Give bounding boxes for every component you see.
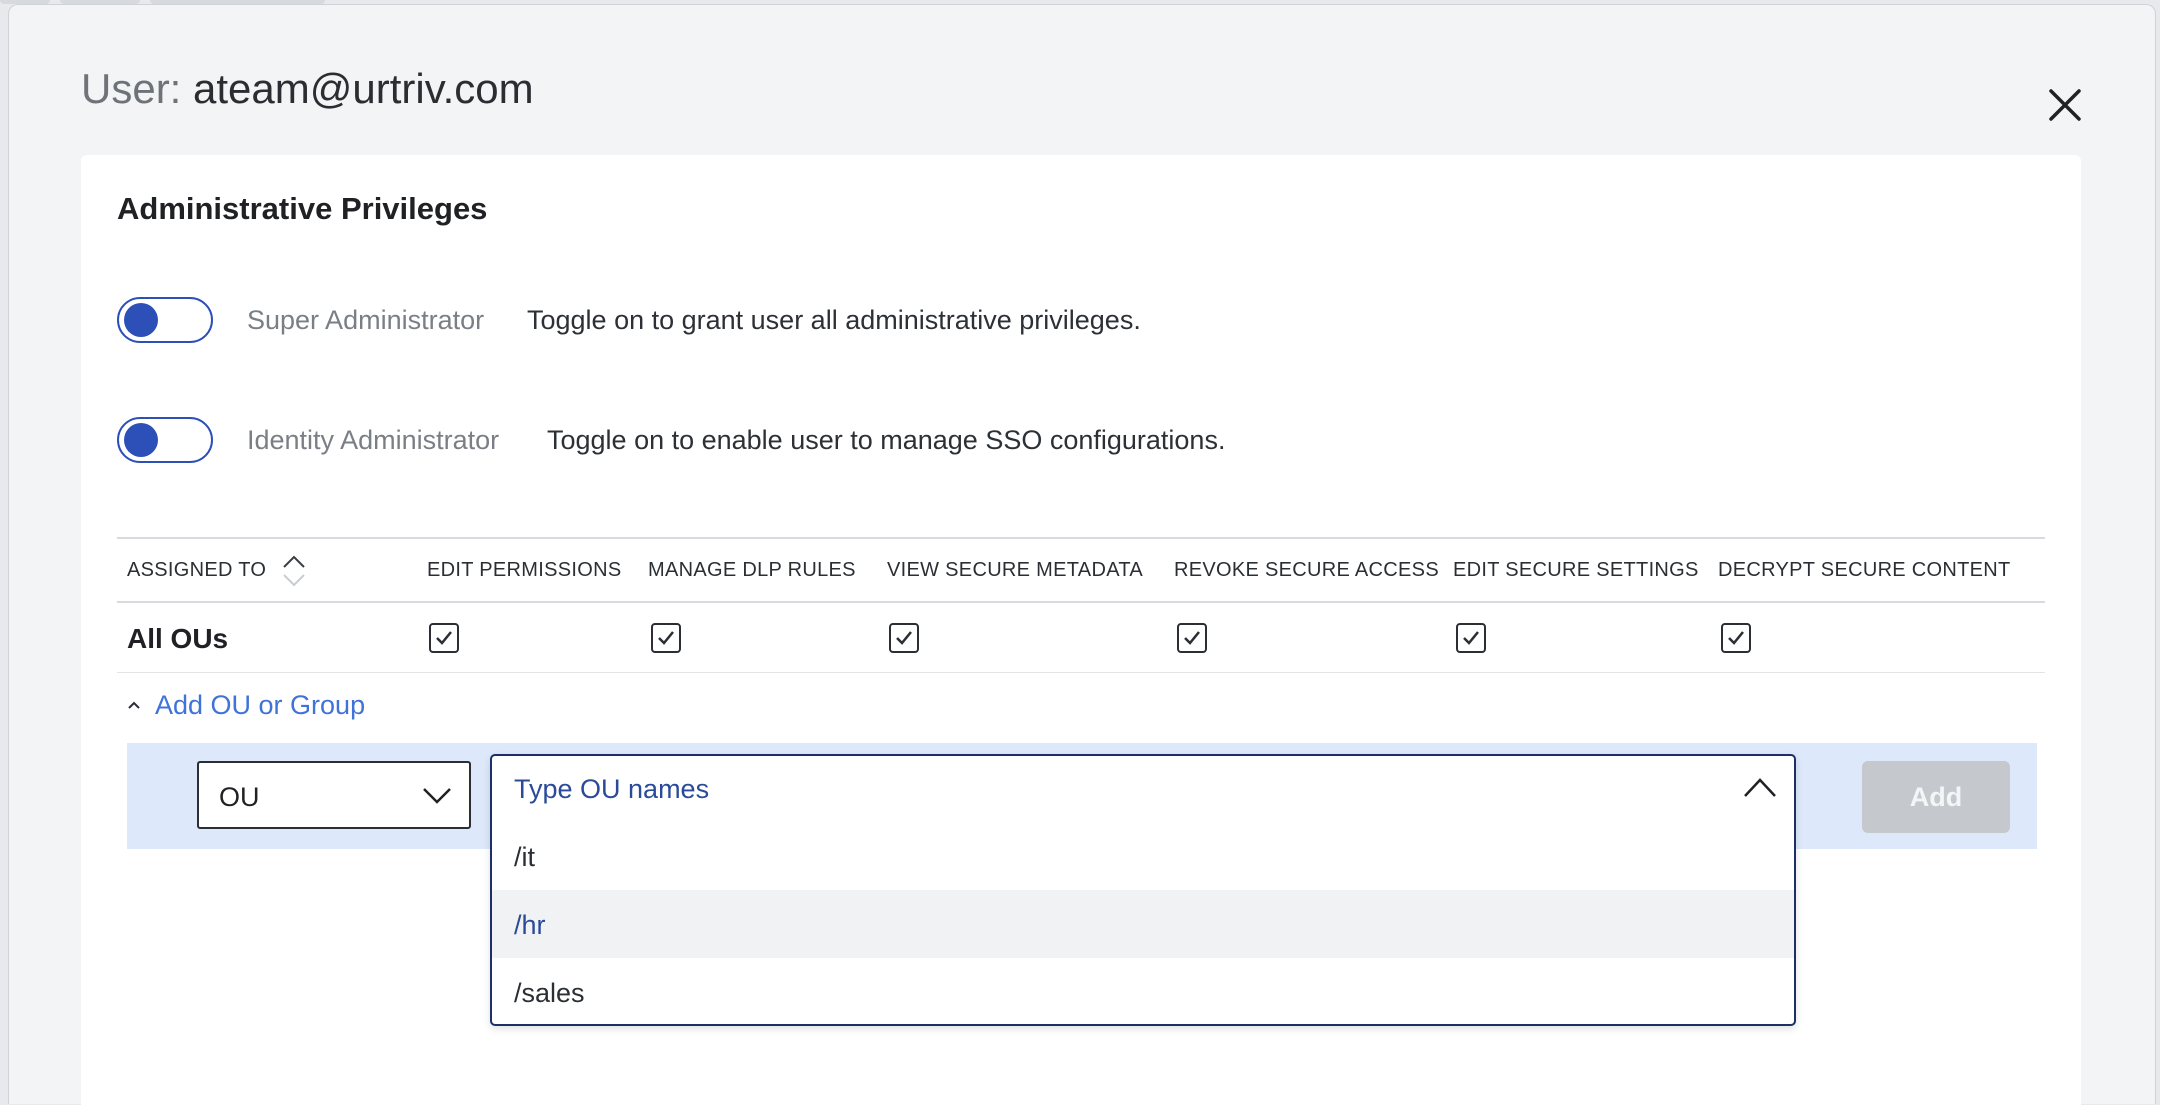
identity-admin-description: Toggle on to enable user to manage SSO c…: [547, 425, 1226, 455]
ou-names-combobox: Type OU names /it /hr /sales: [490, 754, 1796, 1026]
close-icon: [2049, 89, 2081, 121]
identity-admin-toggle[interactable]: [117, 417, 213, 463]
decrypt-secure-content-checkbox[interactable]: [1721, 623, 1751, 653]
revoke-secure-access-checkbox[interactable]: [1177, 623, 1207, 653]
ou-type-select[interactable]: OU: [197, 761, 471, 829]
column-header-edit-secure-settings: EDIT SECURE SETTINGS: [1453, 559, 1699, 581]
column-header-revoke-secure-access: REVOKE SECURE ACCESS: [1174, 559, 1439, 581]
row-assigned-to: All OUs: [127, 623, 229, 654]
option-label: /sales: [514, 978, 585, 1008]
add-button[interactable]: Add: [1862, 761, 2010, 833]
sort-icon: [283, 555, 305, 587]
checkmark-icon: [658, 631, 674, 645]
column-header-assigned-to: ASSIGNED TO: [127, 559, 267, 581]
chevron-up-icon[interactable]: [1742, 774, 1778, 802]
super-admin-label: Super Administrator: [247, 305, 485, 335]
table-row: All OUs: [117, 603, 2045, 673]
section-title: Administrative Privileges: [117, 191, 488, 226]
chevron-down-icon: [423, 788, 451, 804]
option-label: /it: [514, 842, 536, 872]
modal-title-prefix: User:: [81, 65, 182, 112]
ou-type-value: OU: [219, 782, 260, 812]
super-admin-toggle[interactable]: [117, 297, 213, 343]
ou-names-placeholder: Type OU names: [514, 774, 710, 804]
edit-secure-settings-checkbox[interactable]: [1456, 623, 1486, 653]
checkmark-icon: [1728, 631, 1744, 645]
dropdown-option-it[interactable]: /it: [492, 822, 1794, 890]
checkmark-icon: [1463, 631, 1479, 645]
ou-names-input[interactable]: Type OU names: [492, 756, 1794, 822]
add-ou-or-group-link[interactable]: Add OU or Group: [117, 685, 365, 725]
toggle-knob: [124, 303, 158, 337]
view-secure-metadata-checkbox[interactable]: [889, 623, 919, 653]
checkmark-icon: [896, 631, 912, 645]
modal-title: User: ateam@urtriv.com: [81, 61, 534, 117]
column-header-edit-permissions: EDIT PERMISSIONS: [427, 559, 622, 581]
checkmark-icon: [1184, 631, 1200, 645]
add-ou-or-group-label: Add OU or Group: [155, 689, 366, 720]
dropdown-option-sales[interactable]: /sales: [492, 958, 1794, 1026]
option-label: /hr: [514, 910, 546, 940]
table-header: ASSIGNED TO EDIT PERMISSIONS MANAGE DLP …: [117, 537, 2045, 603]
column-header-manage-dlp-rules: MANAGE DLP RULES: [648, 559, 856, 581]
close-button[interactable]: [2045, 85, 2085, 125]
modal-title-user: ateam@urtriv.com: [193, 65, 534, 112]
dropdown-option-hr[interactable]: /hr: [492, 890, 1794, 958]
column-header-decrypt-secure-content: DECRYPT SECURE CONTENT: [1718, 559, 2011, 581]
super-admin-description: Toggle on to grant user all administrati…: [527, 305, 1141, 335]
chevron-up-icon: [128, 701, 140, 709]
edit-permissions-checkbox[interactable]: [429, 623, 459, 653]
permissions-table: ASSIGNED TO EDIT PERMISSIONS MANAGE DLP …: [117, 537, 2045, 673]
identity-admin-label: Identity Administrator: [247, 425, 500, 455]
checkmark-icon: [436, 631, 452, 645]
manage-dlp-rules-checkbox[interactable]: [651, 623, 681, 653]
toggle-knob: [124, 423, 158, 457]
column-header-view-secure-metadata: VIEW SECURE METADATA: [887, 559, 1144, 581]
sort-button[interactable]: [281, 553, 307, 589]
